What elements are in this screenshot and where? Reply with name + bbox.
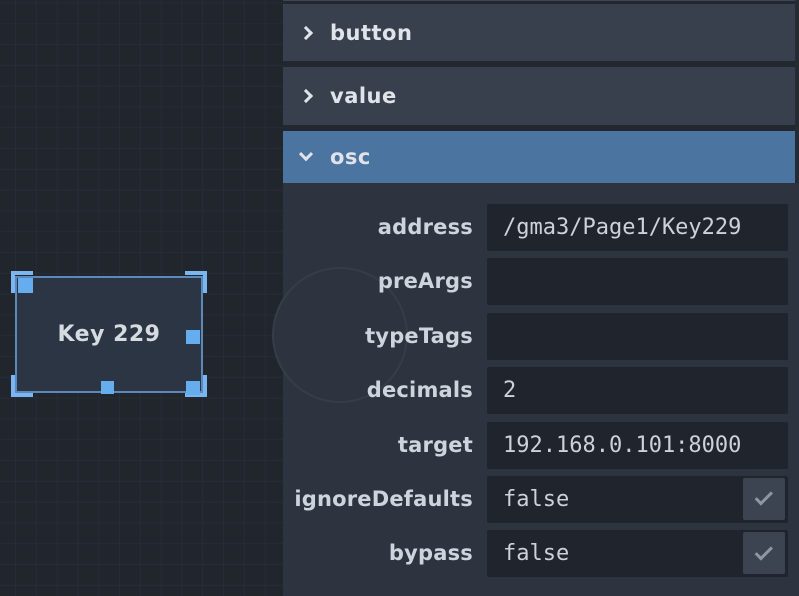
typetags-input[interactable] xyxy=(487,313,788,360)
osc-section-fields: address /gma3/Page1/Key229 preArgs typeT… xyxy=(283,183,799,577)
resize-handle-bottom-right[interactable] xyxy=(186,381,200,395)
address-input[interactable]: /gma3/Page1/Key229 xyxy=(487,204,788,251)
decimals-input[interactable]: 2 xyxy=(487,367,788,414)
field-row-address: address /gma3/Page1/Key229 xyxy=(283,204,799,251)
preargs-input[interactable] xyxy=(487,258,788,305)
field-label: decimals xyxy=(283,367,487,414)
selection-bracket-top-right xyxy=(185,271,207,293)
field-value: false xyxy=(503,541,569,566)
chevron-right-icon xyxy=(299,89,313,103)
bypass-input[interactable]: false xyxy=(487,530,788,577)
section-header-button[interactable]: button xyxy=(283,4,799,61)
editor-canvas[interactable]: Key 229 xyxy=(0,0,283,596)
check-icon xyxy=(754,542,772,560)
field-value: false xyxy=(503,487,569,512)
check-icon xyxy=(754,488,772,506)
panel-right-gutter xyxy=(795,0,799,183)
selection-handle-top-left[interactable] xyxy=(18,278,33,293)
field-label: ignoreDefaults xyxy=(283,476,487,523)
field-row-typetags: typeTags xyxy=(283,313,799,360)
bypass-checkbox[interactable] xyxy=(743,532,785,574)
field-label: target xyxy=(283,422,487,469)
field-row-preargs: preArgs xyxy=(283,258,799,305)
section-label: button xyxy=(330,21,412,45)
field-label: preArgs xyxy=(283,258,487,305)
section-label: osc xyxy=(330,145,371,169)
field-label: typeTags xyxy=(283,313,487,360)
field-label: address xyxy=(283,204,487,251)
ignoredefaults-input[interactable]: false xyxy=(487,476,788,523)
field-label: bypass xyxy=(283,530,487,577)
section-header-osc[interactable]: osc xyxy=(283,131,799,183)
chevron-right-icon xyxy=(299,25,313,39)
ignoredefaults-checkbox[interactable] xyxy=(743,478,785,520)
selection-bracket-bottom-left xyxy=(11,375,33,397)
field-row-target: target 192.168.0.101:8000 xyxy=(283,422,799,469)
chevron-down-icon xyxy=(299,147,313,161)
resize-handle-bottom[interactable] xyxy=(101,381,114,394)
field-value: /gma3/Page1/Key229 xyxy=(503,215,741,240)
field-row-ignoredefaults: ignoreDefaults false xyxy=(283,476,799,523)
button-widget[interactable]: Key 229 xyxy=(15,276,203,393)
field-row-bypass: bypass false xyxy=(283,530,799,577)
field-value: 192.168.0.101:8000 xyxy=(503,433,741,458)
field-row-decimals: decimals 2 xyxy=(283,367,799,414)
inspector-panel: button value osc address /gma3/Page1/Key… xyxy=(283,0,799,596)
resize-handle-right[interactable] xyxy=(186,330,200,344)
widget-label: Key 229 xyxy=(57,322,160,347)
field-value: 2 xyxy=(503,378,516,403)
target-input[interactable]: 192.168.0.101:8000 xyxy=(487,422,788,469)
section-label: value xyxy=(330,84,397,108)
section-header-value[interactable]: value xyxy=(283,67,799,125)
